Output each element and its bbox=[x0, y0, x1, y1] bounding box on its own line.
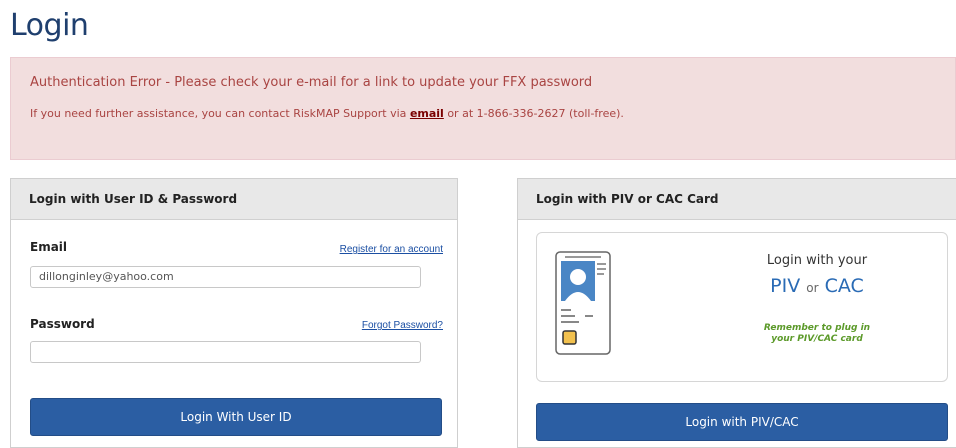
login-user-id-button[interactable]: Login With User ID bbox=[30, 398, 442, 436]
reminder-line-2: your PIV/CAC card bbox=[771, 334, 863, 344]
page-title: Login bbox=[10, 8, 89, 43]
piv-info-box: Login with your PIV or CAC Remember to p… bbox=[536, 232, 948, 382]
email-field[interactable]: dillonginley@yahoo.com bbox=[30, 266, 421, 288]
alert-help-text: If you need further assistance, you can … bbox=[30, 107, 624, 120]
alert-title: Authentication Error - Please check your… bbox=[30, 75, 593, 90]
piv-login-heading: Login with PIV or CAC Card bbox=[518, 179, 956, 220]
error-alert: Authentication Error - Please check your… bbox=[10, 57, 956, 160]
password-label: Password bbox=[30, 317, 95, 331]
piv-label: PIV bbox=[770, 275, 801, 297]
piv-cac-text: PIV or CAC bbox=[707, 275, 927, 297]
forgot-password-link[interactable]: Forgot Password? bbox=[362, 320, 443, 331]
piv-reminder-text: Remember to plug in your PIV/CAC card bbox=[707, 323, 927, 345]
reminder-line-1: Remember to plug in bbox=[763, 323, 871, 333]
user-login-heading: Login with User ID & Password bbox=[11, 179, 457, 220]
alert-help-suffix: or at 1-866-336-2627 (toll-free). bbox=[443, 107, 624, 120]
email-label: Email bbox=[30, 240, 68, 254]
alert-help-prefix: If you need further assistance, you can … bbox=[30, 107, 410, 120]
password-field[interactable] bbox=[30, 341, 421, 363]
id-card-icon bbox=[555, 251, 611, 360]
register-link[interactable]: Register for an account bbox=[340, 244, 443, 255]
email-support-link[interactable]: email bbox=[410, 107, 444, 120]
login-piv-button[interactable]: Login with PIV/CAC bbox=[536, 403, 948, 441]
piv-login-with-text: Login with your bbox=[766, 253, 868, 268]
piv-login-panel: Login with PIV or CAC Card Login with yo… bbox=[517, 178, 956, 448]
or-label: or bbox=[806, 281, 819, 295]
cac-label: CAC bbox=[824, 275, 864, 297]
user-login-panel: Login with User ID & Password Email Regi… bbox=[10, 178, 458, 448]
